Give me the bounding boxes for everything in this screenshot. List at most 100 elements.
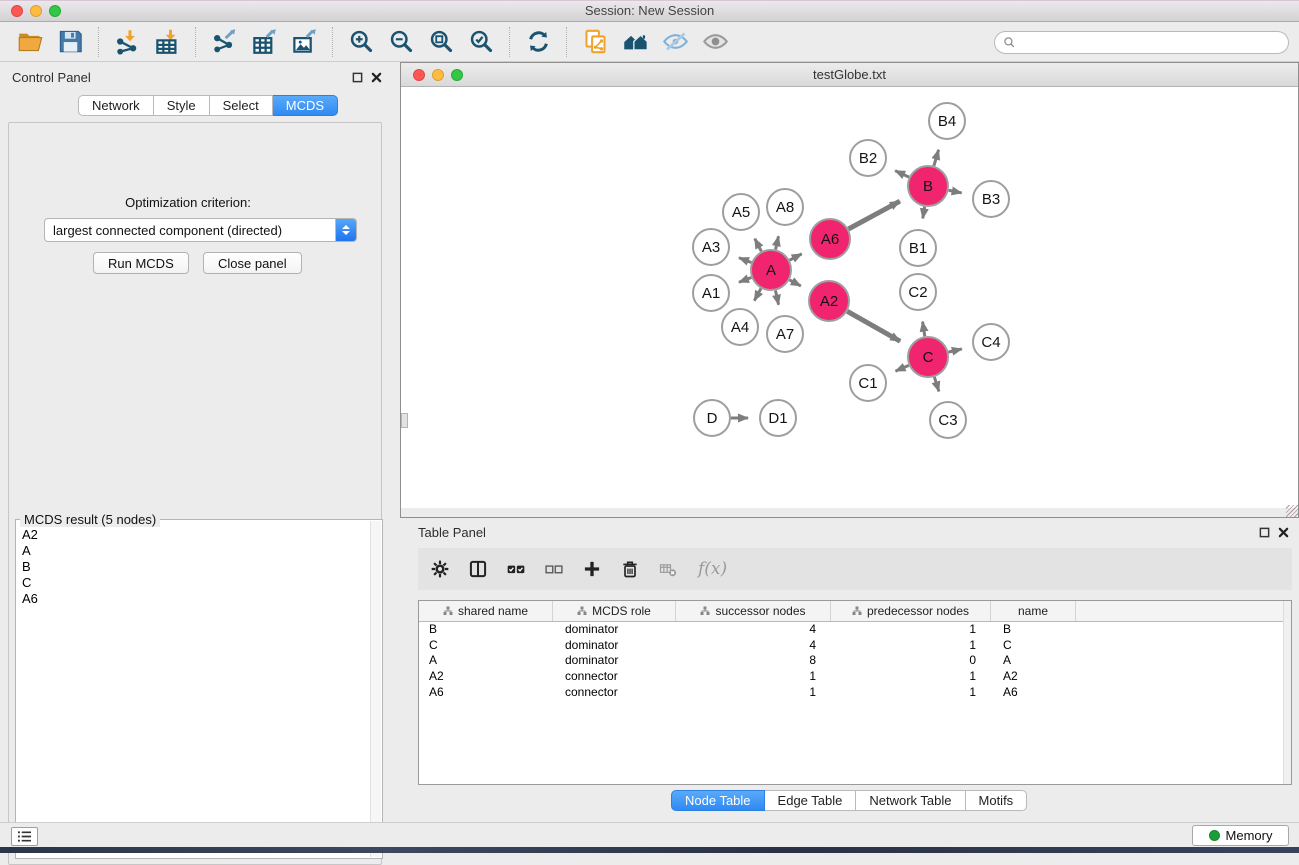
table-row[interactable]: A2connector11A2 bbox=[419, 669, 1291, 685]
table-cell[interactable]: A6 bbox=[991, 685, 1076, 701]
graph-edge-C-C1[interactable] bbox=[896, 365, 909, 371]
graph-node-A6[interactable]: A6 bbox=[810, 219, 850, 259]
import-table-button[interactable] bbox=[147, 25, 187, 59]
graph-edge-A-A4[interactable] bbox=[754, 288, 761, 300]
mcds-result-item[interactable]: B bbox=[16, 558, 370, 574]
table-cell[interactable]: dominator bbox=[553, 622, 676, 638]
zoom-fit-button[interactable] bbox=[421, 25, 461, 59]
graph-node-B4[interactable]: B4 bbox=[929, 103, 965, 139]
graph-edge-B-B4[interactable] bbox=[934, 150, 939, 166]
export-image-button[interactable] bbox=[284, 25, 324, 59]
export-network-button[interactable] bbox=[204, 25, 244, 59]
network-window-titlebar[interactable]: testGlobe.txt bbox=[401, 63, 1298, 87]
table-cell[interactable]: 1 bbox=[676, 685, 831, 701]
resize-corner-icon[interactable] bbox=[1286, 505, 1298, 517]
zoom-selected-button[interactable] bbox=[461, 25, 501, 59]
table-cell[interactable]: 4 bbox=[676, 622, 831, 638]
graph-edge-B-B3[interactable] bbox=[949, 190, 962, 193]
graph-node-C4[interactable]: C4 bbox=[973, 324, 1009, 360]
table-settings-button[interactable] bbox=[426, 555, 454, 583]
graph-edge-B-B1[interactable] bbox=[923, 207, 925, 219]
eye-button[interactable] bbox=[695, 25, 735, 59]
column-header-name[interactable]: name bbox=[991, 601, 1076, 621]
duplicate-network-button[interactable] bbox=[575, 25, 615, 59]
save-session-button[interactable] bbox=[50, 25, 90, 59]
split-table-button[interactable] bbox=[464, 555, 492, 583]
table-cell[interactable]: 8 bbox=[676, 653, 831, 669]
homes-button[interactable] bbox=[615, 25, 655, 59]
float-panel-icon[interactable] bbox=[1259, 527, 1270, 538]
table-cell[interactable]: 1 bbox=[831, 622, 991, 638]
splitter-handle[interactable] bbox=[401, 413, 408, 428]
tab-style[interactable]: Style bbox=[154, 95, 210, 116]
table-cell[interactable]: 0 bbox=[831, 653, 991, 669]
tab-motifs[interactable]: Motifs bbox=[966, 790, 1028, 811]
open-file-button[interactable] bbox=[10, 25, 50, 59]
graph-node-A8[interactable]: A8 bbox=[767, 189, 803, 225]
close-panel-icon[interactable] bbox=[1278, 527, 1289, 538]
table-cell[interactable]: 1 bbox=[676, 669, 831, 685]
delete-table-button[interactable] bbox=[654, 555, 682, 583]
tab-select[interactable]: Select bbox=[210, 95, 273, 116]
graph-edge-B-B2[interactable] bbox=[895, 171, 909, 177]
tab-network-table[interactable]: Network Table bbox=[856, 790, 965, 811]
table-row[interactable]: Adominator80A bbox=[419, 653, 1291, 669]
tab-edge-table[interactable]: Edge Table bbox=[765, 790, 857, 811]
close-panel-icon[interactable] bbox=[371, 72, 382, 83]
column-header-predecessor-nodes[interactable]: predecessor nodes bbox=[831, 601, 991, 621]
graph-node-A3[interactable]: A3 bbox=[693, 229, 729, 265]
mcds-result-item[interactable]: C bbox=[16, 574, 370, 590]
graph-edge-A-A6[interactable] bbox=[790, 254, 802, 260]
eye-slash-button[interactable] bbox=[655, 25, 695, 59]
mcds-list-scrollbar[interactable] bbox=[370, 521, 381, 857]
graph-edge-A-A3[interactable] bbox=[739, 258, 751, 263]
run-mcds-button[interactable]: Run MCDS bbox=[93, 252, 189, 274]
graph-edge-A2-C[interactable] bbox=[847, 311, 900, 341]
graph-node-B2[interactable]: B2 bbox=[850, 140, 886, 176]
table-cell[interactable]: 1 bbox=[831, 685, 991, 701]
table-cell[interactable]: connector bbox=[553, 669, 676, 685]
graph-node-C3[interactable]: C3 bbox=[930, 402, 966, 438]
graph-edge-A-A5[interactable] bbox=[755, 239, 762, 252]
export-table-button[interactable] bbox=[244, 25, 284, 59]
column-header-MCDS-role[interactable]: MCDS role bbox=[553, 601, 676, 621]
graph-edge-A-A7[interactable] bbox=[775, 291, 778, 305]
graph-edge-A-A8[interactable] bbox=[776, 236, 779, 249]
table-cell[interactable]: 1 bbox=[831, 669, 991, 685]
table-scrollbar[interactable] bbox=[1283, 601, 1291, 784]
tab-node-table[interactable]: Node Table bbox=[671, 790, 765, 811]
graph-edge-A-A1[interactable] bbox=[739, 278, 751, 283]
graph-edge-A-A2[interactable] bbox=[790, 280, 801, 286]
network-graph[interactable]: AA5A8A3A1A4A7A6A2BB2B4B3B1CC2C4C1C3DD1 bbox=[401, 87, 1298, 508]
table-row[interactable]: A6connector11A6 bbox=[419, 685, 1291, 701]
table-cell[interactable]: A bbox=[991, 653, 1076, 669]
table-cell[interactable]: C bbox=[419, 638, 553, 654]
search-input[interactable] bbox=[1016, 32, 1288, 53]
table-cell[interactable]: 4 bbox=[676, 638, 831, 654]
graph-node-D1[interactable]: D1 bbox=[760, 400, 796, 436]
table-cell[interactable]: A bbox=[419, 653, 553, 669]
search-box[interactable] bbox=[994, 31, 1289, 54]
graph-node-B3[interactable]: B3 bbox=[973, 181, 1009, 217]
graph-node-C2[interactable]: C2 bbox=[900, 274, 936, 310]
table-cell[interactable]: C bbox=[991, 638, 1076, 654]
table-cell[interactable]: B bbox=[419, 622, 553, 638]
mcds-result-item[interactable]: A bbox=[16, 542, 370, 558]
graph-edge-A6-B[interactable] bbox=[848, 201, 899, 229]
table-cell[interactable]: dominator bbox=[553, 653, 676, 669]
column-header-shared-name[interactable]: shared name bbox=[419, 601, 553, 621]
delete-columns-button[interactable] bbox=[616, 555, 644, 583]
graph-node-A4[interactable]: A4 bbox=[722, 309, 758, 345]
zoom-out-button[interactable] bbox=[381, 25, 421, 59]
function-builder-button[interactable]: f(x) bbox=[692, 559, 727, 579]
column-header-successor-nodes[interactable]: successor nodes bbox=[676, 601, 831, 621]
float-panel-icon[interactable] bbox=[352, 72, 363, 83]
graph-node-B1[interactable]: B1 bbox=[900, 230, 936, 266]
graph-node-A1[interactable]: A1 bbox=[693, 275, 729, 311]
graph-edge-C-C2[interactable] bbox=[923, 322, 925, 337]
task-history-button[interactable] bbox=[11, 827, 38, 846]
criterion-dropdown[interactable]: largest connected component (directed) bbox=[44, 218, 357, 242]
graph-node-B[interactable]: B bbox=[908, 166, 948, 206]
graph-node-A5[interactable]: A5 bbox=[723, 194, 759, 230]
table-cell[interactable]: 1 bbox=[831, 638, 991, 654]
